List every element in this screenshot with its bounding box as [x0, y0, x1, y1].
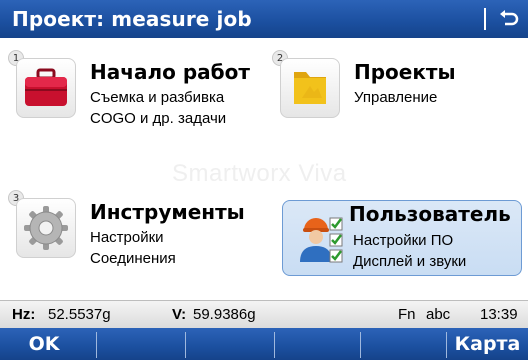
return-arrow-icon: [500, 10, 519, 26]
tile-tools[interactable]: 3 Инструменты Настройки Соединения: [0, 178, 264, 298]
softkey-bar: OK Карта: [0, 328, 528, 360]
softkey-f2[interactable]: [97, 328, 185, 360]
tile-title: Пользователь: [349, 202, 511, 226]
tile-subtitle: Дисплей и звуки: [353, 253, 467, 270]
tile-subtitle: Настройки: [90, 229, 164, 246]
v-label: V:: [172, 306, 187, 323]
softkey-f4[interactable]: [275, 328, 360, 360]
tile-title: Проекты: [354, 60, 456, 84]
tile-subtitle: Настройки ПО: [353, 232, 454, 249]
softkey-f5[interactable]: [361, 328, 446, 360]
tile-subtitle: Съемка и разбивка: [90, 89, 225, 106]
page-title: Проект: measure job: [12, 7, 252, 31]
softkey-f3[interactable]: [186, 328, 274, 360]
clock: 13:39: [480, 306, 518, 323]
back-button[interactable]: [494, 4, 524, 34]
tile-user[interactable]: Пользователь Настройки ПО Дисплей и звук…: [282, 200, 522, 276]
tile-subtitle: Соединения: [90, 250, 176, 267]
briefcase-icon: [16, 58, 76, 118]
tile-subtitle: COGO и др. задачи: [90, 110, 227, 127]
input-mode-indicator: abc: [426, 306, 451, 323]
title-separator: [484, 8, 486, 30]
tile-subtitle: Управление: [354, 89, 438, 106]
v-value: 59.9386g: [193, 306, 256, 323]
tile-start-work[interactable]: 1 Начало работ Съемка и разбивка COGO и …: [0, 38, 264, 158]
hz-label: Hz:: [12, 306, 36, 323]
title-bar: Проект: measure job: [0, 0, 528, 38]
hz-value: 52.5537g: [48, 306, 111, 323]
user-settings-icon: [293, 207, 353, 267]
folder-icon: [280, 58, 340, 118]
tile-title: Инструменты: [90, 200, 245, 224]
tile-title: Начало работ: [90, 60, 250, 84]
fn-indicator: Fn: [398, 306, 416, 323]
status-bar: Hz: 52.5537g V: 59.9386g Fn abc 13:39: [0, 300, 528, 328]
main-menu: Smartworx Viva 1 Начало работ Съемка и р…: [0, 38, 528, 300]
map-button[interactable]: Карта: [447, 328, 528, 360]
gear-icon: [16, 198, 76, 258]
tile-projects[interactable]: 2 Проекты Управление: [264, 38, 528, 158]
ok-button[interactable]: OK: [0, 328, 88, 360]
